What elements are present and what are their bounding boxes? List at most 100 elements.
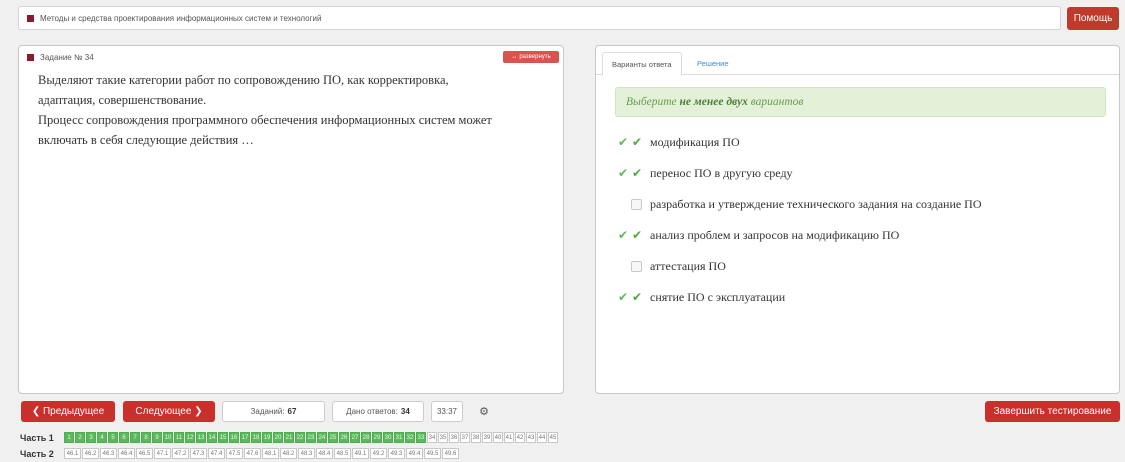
question-nav-cell[interactable]: 38 [471,432,481,443]
question-nav-cell[interactable]: 25 [328,432,338,443]
question-nav-cell[interactable]: 8 [141,432,151,443]
question-nav-cell[interactable]: 12 [185,432,195,443]
question-nav-cell[interactable]: 4 [97,432,107,443]
question-nav-cell[interactable]: 47.5 [226,448,243,459]
question-nav-cell[interactable]: 6 [119,432,129,443]
answer-option[interactable]: ✔ ✔ снятие ПО с эксплуатации [616,288,785,306]
question-nav-cell[interactable]: 46.2 [82,448,99,459]
question-nav-cell[interactable]: 18 [251,432,261,443]
prev-label: Предыдущее [42,406,105,417]
question-nav-cell[interactable]: 26 [339,432,349,443]
question-nav-cell[interactable]: 46.1 [64,448,81,459]
question-nav-cell[interactable]: 9 [152,432,162,443]
answered-value: 34 [400,407,410,416]
prev-button[interactable]: ❮ Предыдущее [21,401,115,422]
question-nav-cell[interactable]: 49.5 [424,448,441,459]
chevron-left-icon: ❮ [31,406,41,417]
question-nav-cell[interactable]: 45 [548,432,558,443]
question-nav-cell[interactable]: 43 [526,432,536,443]
expand-button[interactable]: ↔ развернуть [503,51,559,63]
question-nav-cell[interactable]: 14 [207,432,217,443]
unchecked-checkbox[interactable] [631,260,642,272]
question-nav-cell[interactable]: 17 [240,432,250,443]
question-nav-cell[interactable]: 30 [383,432,393,443]
question-nav-cell[interactable]: 1 [64,432,74,443]
question-nav-cell[interactable]: 24 [317,432,327,443]
option-label: снятие ПО с эксплуатации [650,289,786,304]
question-nav-cell[interactable]: 15 [218,432,228,443]
question-nav-cell[interactable]: 49.4 [406,448,423,459]
question-nav-cell[interactable]: 29 [372,432,382,443]
question-nav-cell[interactable]: 5 [108,432,118,443]
question-nav-cell[interactable]: 47.2 [172,448,189,459]
answer-panel: Варианты ответа Решение Выберите не мене… [595,45,1120,394]
question-nav-cell[interactable]: 42 [515,432,525,443]
question-nav-cell[interactable]: 49.2 [370,448,387,459]
tab-answer-options[interactable]: Варианты ответа [602,52,682,76]
question-nav-cell[interactable]: 23 [306,432,316,443]
question-nav-cell[interactable]: 31 [394,432,404,443]
next-button[interactable]: Следующее ❯ [123,401,215,422]
answer-option[interactable]: аттестация ПО [616,257,726,275]
question-nav-cell[interactable]: 47.6 [244,448,261,459]
question-nav-cell[interactable]: 49.1 [352,448,369,459]
question-nav-cell[interactable]: 47.3 [190,448,207,459]
question-nav-cell[interactable]: 22 [295,432,305,443]
question-nav-cell[interactable]: 10 [163,432,173,443]
question-nav-cell[interactable]: 49.3 [388,448,405,459]
question-nav-cell[interactable]: 27 [350,432,360,443]
answer-option[interactable]: ✔ ✔ модификация ПО [616,133,740,151]
checked-checkbox-icon[interactable]: ✔ [630,135,644,149]
question-nav-cell[interactable]: 47.4 [208,448,225,459]
correct-mark-icon: ✔ [617,134,629,149]
checked-checkbox-icon[interactable]: ✔ [630,228,644,242]
question-nav-cell[interactable]: 7 [130,432,140,443]
expand-label: развернуть [519,54,551,60]
question-nav-cell[interactable]: 41 [504,432,514,443]
question-nav-cell[interactable]: 37 [460,432,470,443]
course-marker-icon [27,14,34,22]
question-nav-cell[interactable]: 13 [196,432,206,443]
question-nav-cell[interactable]: 44 [537,432,547,443]
question-nav-cell[interactable]: 36 [449,432,459,443]
finish-test-button[interactable]: Завершить тестирование [985,401,1120,422]
correct-mark-icon: ✔ [617,165,629,180]
question-nav-cell[interactable]: 48.4 [316,448,333,459]
question-nav-cell[interactable]: 46.3 [100,448,117,459]
answer-option[interactable]: ✔ ✔ перенос ПО в другую среду [616,164,793,182]
tasks-value: 67 [287,407,297,416]
question-nav-cell[interactable]: 48.1 [262,448,279,459]
question-nav-cell[interactable]: 20 [273,432,283,443]
question-nav-cell[interactable]: 49.6 [442,448,459,459]
question-nav-cell[interactable]: 11 [174,432,184,443]
checked-checkbox-icon[interactable]: ✔ [630,166,644,180]
question-nav-cell[interactable]: 28 [361,432,371,443]
question-nav-cell[interactable]: 35 [438,432,448,443]
tab-solution[interactable]: Решение [688,52,738,75]
question-nav-cell[interactable]: 46.5 [136,448,153,459]
help-button[interactable]: Помощь [1067,7,1119,30]
question-nav-cell[interactable]: 46.4 [118,448,135,459]
question-nav-cell[interactable]: 39 [482,432,492,443]
answer-option[interactable]: разработка и утверждение технического за… [616,195,982,213]
answer-option[interactable]: ✔ ✔ анализ проблем и запросов на модифик… [616,226,899,244]
settings-gear-icon[interactable]: ⚙ [469,401,499,422]
checked-checkbox-icon[interactable]: ✔ [630,290,644,304]
option-label: модификация ПО [650,134,740,149]
question-nav-cell[interactable]: 32 [405,432,415,443]
question-nav-cell[interactable]: 48.5 [334,448,351,459]
answered-label: Дано ответов: [346,407,398,416]
question-nav-cell[interactable]: 47.1 [154,448,171,459]
question-nav-cell[interactable]: 48.3 [298,448,315,459]
next-label: Следующее [135,406,192,417]
question-nav-cell[interactable]: 3 [86,432,96,443]
question-nav-cell[interactable]: 2 [75,432,85,443]
question-nav-cell[interactable]: 48.2 [280,448,297,459]
question-nav-cell[interactable]: 40 [493,432,503,443]
question-nav-cell[interactable]: 34 [427,432,437,443]
unchecked-checkbox[interactable] [631,198,642,210]
question-nav-cell[interactable]: 19 [262,432,272,443]
question-nav-cell[interactable]: 21 [284,432,294,443]
question-nav-cell[interactable]: 16 [229,432,239,443]
question-nav-cell[interactable]: 33 [416,432,426,443]
